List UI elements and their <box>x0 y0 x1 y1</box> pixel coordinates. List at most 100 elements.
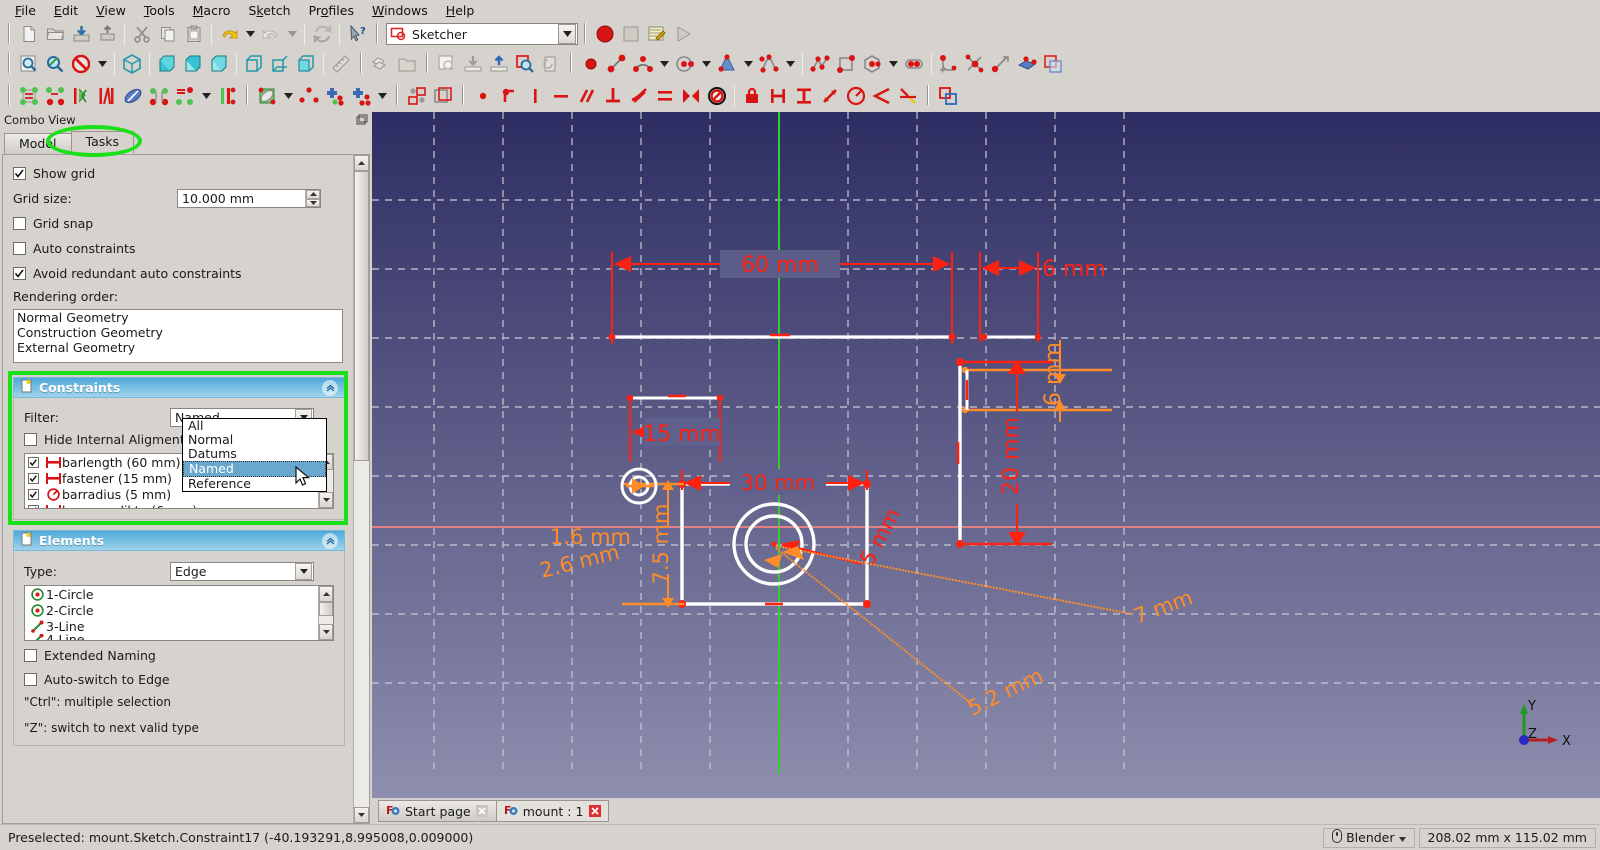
constrain-radius-icon[interactable] <box>843 84 869 108</box>
view-sketch-icon[interactable] <box>538 52 564 76</box>
select-elements-associated-icon[interactable] <box>172 84 198 108</box>
constrain-point-on-object-icon[interactable] <box>496 84 522 108</box>
workbench-selector[interactable]: Sketcher <box>386 23 578 45</box>
constrain-parallel-icon[interactable] <box>574 84 600 108</box>
constraint-visibility-checkbox[interactable] <box>28 489 39 500</box>
external-geometry-icon[interactable] <box>1014 52 1040 76</box>
select-vertical-axis-icon[interactable] <box>68 84 94 108</box>
create-part-icon[interactable] <box>368 52 394 76</box>
avoid-redundant-row[interactable]: Avoid redundant auto constraints <box>13 261 343 286</box>
close-icon[interactable] <box>476 805 489 818</box>
toolbar-grip[interactable] <box>393 85 401 107</box>
cut-icon[interactable] <box>129 22 155 46</box>
left-view-icon[interactable] <box>293 52 319 76</box>
constrain-vertical-distance-icon[interactable] <box>791 84 817 108</box>
slot-icon[interactable] <box>901 52 927 76</box>
select-horizontal-axis-icon[interactable] <box>94 84 120 108</box>
filter-option-datums[interactable]: Datums <box>183 447 326 461</box>
new-document-icon[interactable] <box>16 22 42 46</box>
filter-option-normal[interactable]: Normal <box>183 433 326 447</box>
restore-dropdown-icon[interactable] <box>280 84 296 108</box>
auto-constraints-row[interactable]: Auto constraints <box>13 236 343 261</box>
extended-naming-checkbox[interactable] <box>24 649 37 662</box>
constraint-item[interactable]: hexagondikte (6 mm) <box>25 502 318 508</box>
print-document-icon[interactable] <box>94 22 120 46</box>
constrain-tangent-icon[interactable] <box>626 84 652 108</box>
toolbar-grip[interactable] <box>373 23 381 45</box>
toolbar-grip[interactable] <box>423 53 431 75</box>
edit-sketch-icon[interactable] <box>512 52 538 76</box>
symmetry-icon[interactable] <box>296 84 322 108</box>
open-document-icon[interactable] <box>42 22 68 46</box>
attach-sketch-icon[interactable] <box>460 52 486 76</box>
constrain-vertical-icon[interactable] <box>522 84 548 108</box>
element-item[interactable]: 2-Circle <box>25 602 318 618</box>
rendering-order-item[interactable]: Construction Geometry <box>14 325 342 340</box>
undock-icon[interactable] <box>356 114 368 126</box>
restore-internal-geometry-icon[interactable] <box>254 84 280 108</box>
constrain-coincident-icon[interactable] <box>470 84 496 108</box>
toolbar-grip[interactable] <box>459 85 467 107</box>
rectangle-icon[interactable] <box>833 52 859 76</box>
redo-dropdown-icon[interactable] <box>284 22 300 46</box>
constrain-snells-law-icon[interactable] <box>895 84 921 108</box>
auto-constraints-checkbox[interactable] <box>13 242 26 255</box>
grid-size-stepper-up[interactable] <box>306 190 320 199</box>
refresh-icon[interactable] <box>309 22 335 46</box>
undo-dropdown-icon[interactable] <box>242 22 258 46</box>
menu-macro[interactable]: Macro <box>184 1 240 20</box>
rendering-order-list[interactable]: Normal Geometry Construction Geometry Ex… <box>13 309 343 363</box>
macro-stop-icon[interactable] <box>618 22 644 46</box>
copy-geometry-icon[interactable] <box>348 84 374 108</box>
rectangular-array-icon[interactable] <box>404 84 430 108</box>
paste-icon[interactable] <box>181 22 207 46</box>
auto-switch-row[interactable]: Auto-switch to Edge <box>24 667 334 691</box>
arc-icon[interactable] <box>630 52 656 76</box>
axonometric-icon[interactable] <box>119 52 145 76</box>
scroll-up-icon[interactable] <box>319 586 333 602</box>
arc-dropdown-icon[interactable] <box>656 52 672 76</box>
fillet-icon[interactable] <box>936 52 962 76</box>
macro-edit-icon[interactable] <box>644 22 670 46</box>
constrain-block-icon[interactable] <box>704 84 730 108</box>
copy-dropdown-icon[interactable] <box>374 84 390 108</box>
menu-sketch[interactable]: Sketch <box>239 1 299 20</box>
rendering-order-item[interactable]: Normal Geometry <box>14 310 342 325</box>
elements-type-combo[interactable]: Edge <box>170 562 314 581</box>
toolbar-grip[interactable] <box>581 23 589 45</box>
chevron-down-icon[interactable] <box>1399 830 1406 845</box>
create-group-icon[interactable] <box>394 52 420 76</box>
constrain-symmetric-icon[interactable] <box>678 84 704 108</box>
select-conflicting-icon[interactable] <box>146 84 172 108</box>
carbon-copy-icon[interactable] <box>1040 52 1066 76</box>
select-associated-constraints-icon[interactable] <box>214 84 240 108</box>
constraints-section-header[interactable]: Constraints <box>13 377 345 398</box>
menu-view[interactable]: View <box>87 1 135 20</box>
clone-icon[interactable] <box>322 84 348 108</box>
elements-section-header[interactable]: Elements <box>13 530 345 551</box>
navigation-style-button[interactable]: Blender <box>1323 828 1414 848</box>
rear-view-icon[interactable] <box>241 52 267 76</box>
constraint-visibility-checkbox[interactable] <box>28 473 39 484</box>
filter-option-reference[interactable]: Reference <box>183 477 326 491</box>
toolbar-grip[interactable] <box>5 23 13 45</box>
create-sketch-icon[interactable] <box>434 52 460 76</box>
bottom-view-icon[interactable] <box>267 52 293 76</box>
switch-virtual-space-icon[interactable] <box>430 84 456 108</box>
draw-style-dropdown-icon[interactable] <box>94 52 110 76</box>
constrain-perpendicular-icon[interactable] <box>600 84 626 108</box>
circle-icon[interactable] <box>672 52 698 76</box>
constrain-equal-icon[interactable] <box>652 84 678 108</box>
right-view-icon[interactable] <box>206 52 232 76</box>
circle-dropdown-icon[interactable] <box>698 52 714 76</box>
save-document-icon[interactable] <box>68 22 94 46</box>
whats-this-icon[interactable]: ? <box>344 22 370 46</box>
grid-size-input[interactable]: 10.000 mm <box>177 189 321 208</box>
menu-edit[interactable]: Edit <box>45 1 87 20</box>
polygon-dropdown-icon[interactable] <box>885 52 901 76</box>
grid-size-stepper-down[interactable] <box>306 199 320 208</box>
select-redundant-icon[interactable] <box>120 84 146 108</box>
front-view-icon[interactable] <box>154 52 180 76</box>
extend-icon[interactable] <box>988 52 1014 76</box>
constraints-collapse-icon[interactable] <box>322 380 338 396</box>
